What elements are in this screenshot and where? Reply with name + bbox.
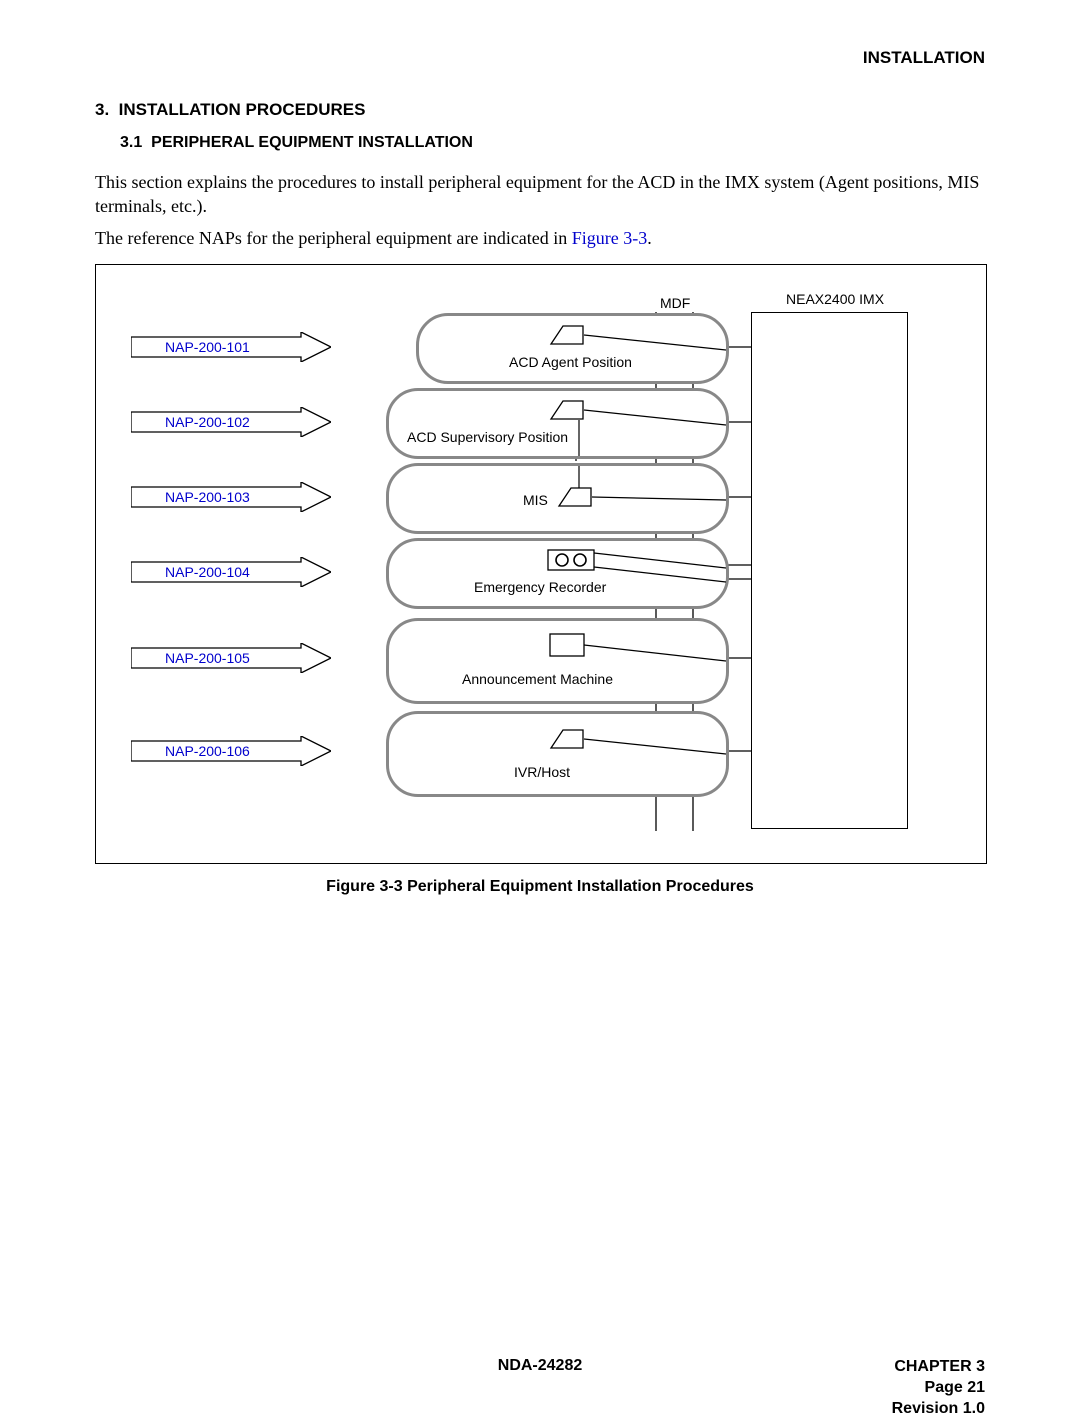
nap-code: NAP-200-101	[165, 339, 250, 355]
equip-internal-line	[389, 714, 726, 794]
paragraph-2-post: .	[647, 228, 652, 248]
equip-label: MIS	[523, 492, 548, 508]
equip-internal-line	[389, 541, 726, 606]
nap-arrow-101[interactable]: NAP-200-101	[131, 332, 331, 362]
equip-internal-line	[389, 391, 726, 456]
subsection-title: 3.1 PERIPHERAL EQUIPMENT INSTALLATION	[120, 134, 473, 152]
nap-code: NAP-200-102	[165, 414, 250, 430]
equip-label: ACD Supervisory Position	[407, 429, 568, 445]
section-number: 3.	[95, 100, 109, 119]
equip-announcement: Announcement Machine	[386, 618, 729, 704]
running-header: INSTALLATION	[863, 48, 985, 68]
nap-arrow-102[interactable]: NAP-200-102	[131, 407, 331, 437]
figure-link[interactable]: Figure 3-3	[572, 228, 648, 248]
doc-number: NDA-24282	[498, 1357, 582, 1375]
nap-arrow-106[interactable]: NAP-200-106	[131, 736, 331, 766]
equip-ivr-host: IVR/Host	[386, 711, 729, 797]
section-heading: INSTALLATION PROCEDURES	[119, 100, 366, 119]
subsection-number: 3.1	[120, 134, 142, 151]
nap-code: NAP-200-103	[165, 489, 250, 505]
equip-label: Announcement Machine	[462, 671, 613, 687]
figure-caption: Figure 3-3 Peripheral Equipment Installa…	[0, 878, 1080, 896]
paragraph-2-pre: The reference NAPs for the peripheral eq…	[95, 228, 572, 248]
nap-arrow-104[interactable]: NAP-200-104	[131, 557, 331, 587]
equip-label: ACD Agent Position	[509, 354, 632, 370]
footer-chapter: CHAPTER 3	[892, 1357, 985, 1378]
nap-arrow-105[interactable]: NAP-200-105	[131, 643, 331, 673]
figure-container: MDF NEAX2400 IMX NAP-200-101	[95, 264, 987, 864]
subsection-heading: PERIPHERAL EQUIPMENT INSTALLATION	[151, 134, 473, 151]
equip-acd-agent: ACD Agent Position	[416, 313, 729, 384]
footer-revision: Revision 1.0	[892, 1399, 985, 1419]
section-title: 3. INSTALLATION PROCEDURES	[95, 100, 365, 120]
equip-internal-line	[389, 466, 726, 531]
imx-box	[751, 312, 908, 829]
equip-internal-line	[389, 621, 726, 701]
equip-acd-supervisory: ACD Supervisory Position	[386, 388, 729, 459]
equip-label: IVR/Host	[514, 764, 570, 780]
equip-mis: MIS	[386, 463, 729, 534]
equip-emergency-recorder: Emergency Recorder	[386, 538, 729, 609]
nap-code: NAP-200-104	[165, 564, 250, 580]
footer-page: Page 21	[892, 1378, 985, 1399]
nap-code: NAP-200-105	[165, 650, 250, 666]
nap-code: NAP-200-106	[165, 743, 250, 759]
nap-arrow-103[interactable]: NAP-200-103	[131, 482, 331, 512]
paragraph-2: The reference NAPs for the peripheral eq…	[95, 226, 985, 250]
paragraph-1: This section explains the procedures to …	[95, 170, 985, 219]
equip-label: Emergency Recorder	[474, 579, 606, 595]
equip-internal-line	[419, 316, 726, 381]
